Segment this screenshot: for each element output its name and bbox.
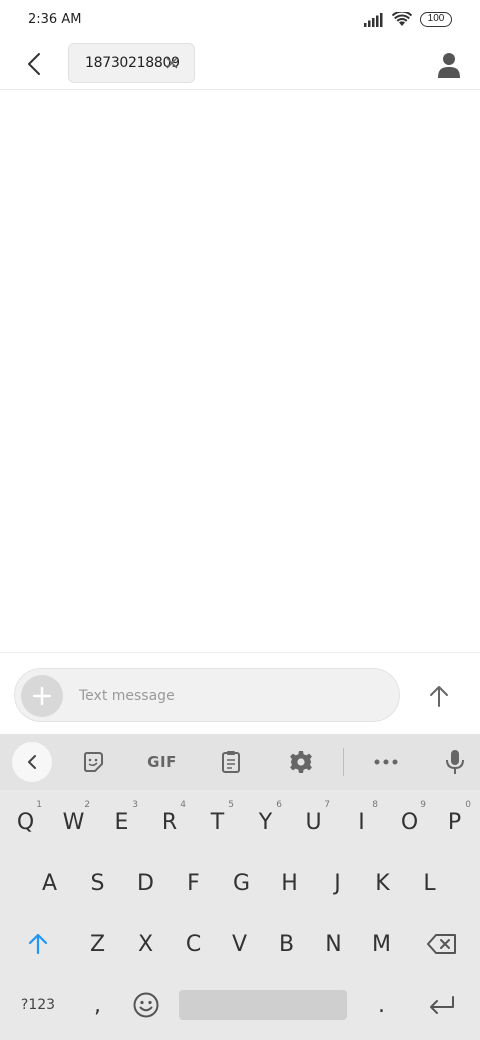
recipient-chip[interactable]: 18730218809 — [68, 43, 195, 83]
key-b[interactable]: B — [263, 916, 310, 972]
conversation-header: 18730218809 — [0, 42, 480, 90]
back-arrow-icon — [28, 53, 40, 75]
key-label: Q — [16, 809, 35, 835]
gif-label: GIF — [147, 753, 177, 771]
key-label: E — [114, 809, 129, 835]
attach-button[interactable] — [21, 675, 63, 717]
backspace-icon — [427, 934, 456, 954]
key-q[interactable]: Q 1 — [2, 794, 49, 850]
period-key[interactable]: . — [358, 977, 405, 1033]
status-icons: 100 — [364, 12, 452, 27]
key-u[interactable]: U 7 — [290, 794, 337, 850]
key-label: R — [161, 809, 178, 835]
recipient-remove-button[interactable] — [164, 55, 180, 71]
key-p[interactable]: P 0 — [431, 794, 478, 850]
key-hint: 5 — [228, 800, 234, 810]
key-w[interactable]: W 2 — [50, 794, 97, 850]
symbols-key[interactable]: ?123 — [10, 977, 66, 1033]
key-f[interactable]: F — [170, 855, 217, 911]
wifi-icon — [392, 12, 412, 26]
voice-input-button[interactable] — [435, 742, 475, 782]
emoji-icon — [133, 992, 158, 1018]
send-button[interactable] — [418, 675, 460, 717]
contact-button[interactable] — [432, 48, 466, 82]
person-icon — [438, 53, 460, 78]
sticker-button[interactable] — [73, 742, 113, 782]
keyboard: G I F Q 1 W 2 E 3 R 4 T 5 Y 6 U 7 I 8 O 9 … — [0, 734, 480, 1040]
sticker-icon — [84, 752, 103, 772]
key-k[interactable]: K — [359, 855, 406, 911]
key-hint: 8 — [372, 800, 378, 810]
key-hint: 4 — [180, 800, 186, 810]
comma-key[interactable]: , — [74, 977, 121, 1033]
status-time: 2:36 AM — [28, 12, 82, 27]
back-button[interactable] — [18, 48, 50, 80]
settings-button[interactable] — [281, 742, 321, 782]
battery-icon: 100 — [420, 12, 452, 27]
keyboard-collapse-button[interactable] — [12, 742, 52, 782]
key-r[interactable]: R 4 — [146, 794, 193, 850]
key-g[interactable]: G — [218, 855, 265, 911]
key-hint: 7 — [324, 800, 330, 810]
toolbar-divider — [343, 748, 344, 776]
enter-key[interactable] — [414, 977, 470, 1033]
key-label: O — [400, 809, 419, 835]
key-label: T — [210, 809, 225, 835]
backspace-key[interactable] — [414, 916, 470, 972]
compose-bar — [0, 652, 480, 734]
clipboard-button[interactable] — [211, 742, 251, 782]
gear-icon — [290, 751, 312, 773]
microphone-icon — [446, 750, 464, 774]
key-l[interactable]: L — [406, 855, 453, 911]
gif-button[interactable]: GIF — [141, 742, 183, 782]
key-hint: 9 — [420, 800, 426, 810]
key-label: U — [305, 809, 322, 835]
arrow-up-icon — [430, 686, 448, 707]
signal-icon — [364, 12, 383, 27]
conversation-area — [0, 91, 480, 652]
clipboard-icon — [222, 751, 240, 773]
more-horizontal-icon — [374, 759, 398, 765]
plus-icon — [32, 686, 52, 706]
key-d[interactable]: D — [122, 855, 169, 911]
compose-field — [14, 668, 400, 722]
shift-key[interactable] — [12, 916, 64, 972]
key-e[interactable]: E 3 — [98, 794, 145, 850]
enter-icon — [430, 996, 454, 1014]
key-j[interactable]: J — [314, 855, 361, 911]
key-label: P — [447, 809, 462, 835]
key-i[interactable]: I 8 — [338, 794, 385, 850]
key-h[interactable]: H — [266, 855, 313, 911]
key-hint: 1 — [36, 800, 42, 810]
key-n[interactable]: N — [310, 916, 357, 972]
key-t[interactable]: T 5 — [194, 794, 241, 850]
keyboard-toolbar: GIF — [0, 734, 480, 790]
key-label: Y — [258, 809, 273, 835]
key-hint: 6 — [276, 800, 282, 810]
key-hint: 2 — [84, 800, 90, 810]
more-button[interactable] — [366, 742, 406, 782]
key-m[interactable]: M — [358, 916, 405, 972]
chevron-left-icon — [28, 755, 36, 769]
key-z[interactable]: Z — [74, 916, 121, 972]
shift-arrow-icon — [28, 933, 48, 955]
close-icon — [166, 57, 178, 69]
key-label: W — [62, 809, 85, 835]
key-a[interactable]: A — [26, 855, 73, 911]
key-hint: 3 — [132, 800, 138, 810]
space-key[interactable] — [179, 990, 347, 1020]
key-x[interactable]: X — [122, 916, 169, 972]
key-c[interactable]: C — [170, 916, 217, 972]
key-s[interactable]: S — [74, 855, 121, 911]
key-v[interactable]: V — [216, 916, 263, 972]
key-y[interactable]: Y 6 — [242, 794, 289, 850]
key-hint: 0 — [465, 800, 471, 810]
status-bar: 2:36 AM 100 — [0, 0, 480, 42]
key-label: I — [358, 809, 365, 835]
key-o[interactable]: O 9 — [386, 794, 433, 850]
message-input[interactable] — [79, 682, 379, 710]
emoji-key[interactable] — [122, 977, 169, 1033]
